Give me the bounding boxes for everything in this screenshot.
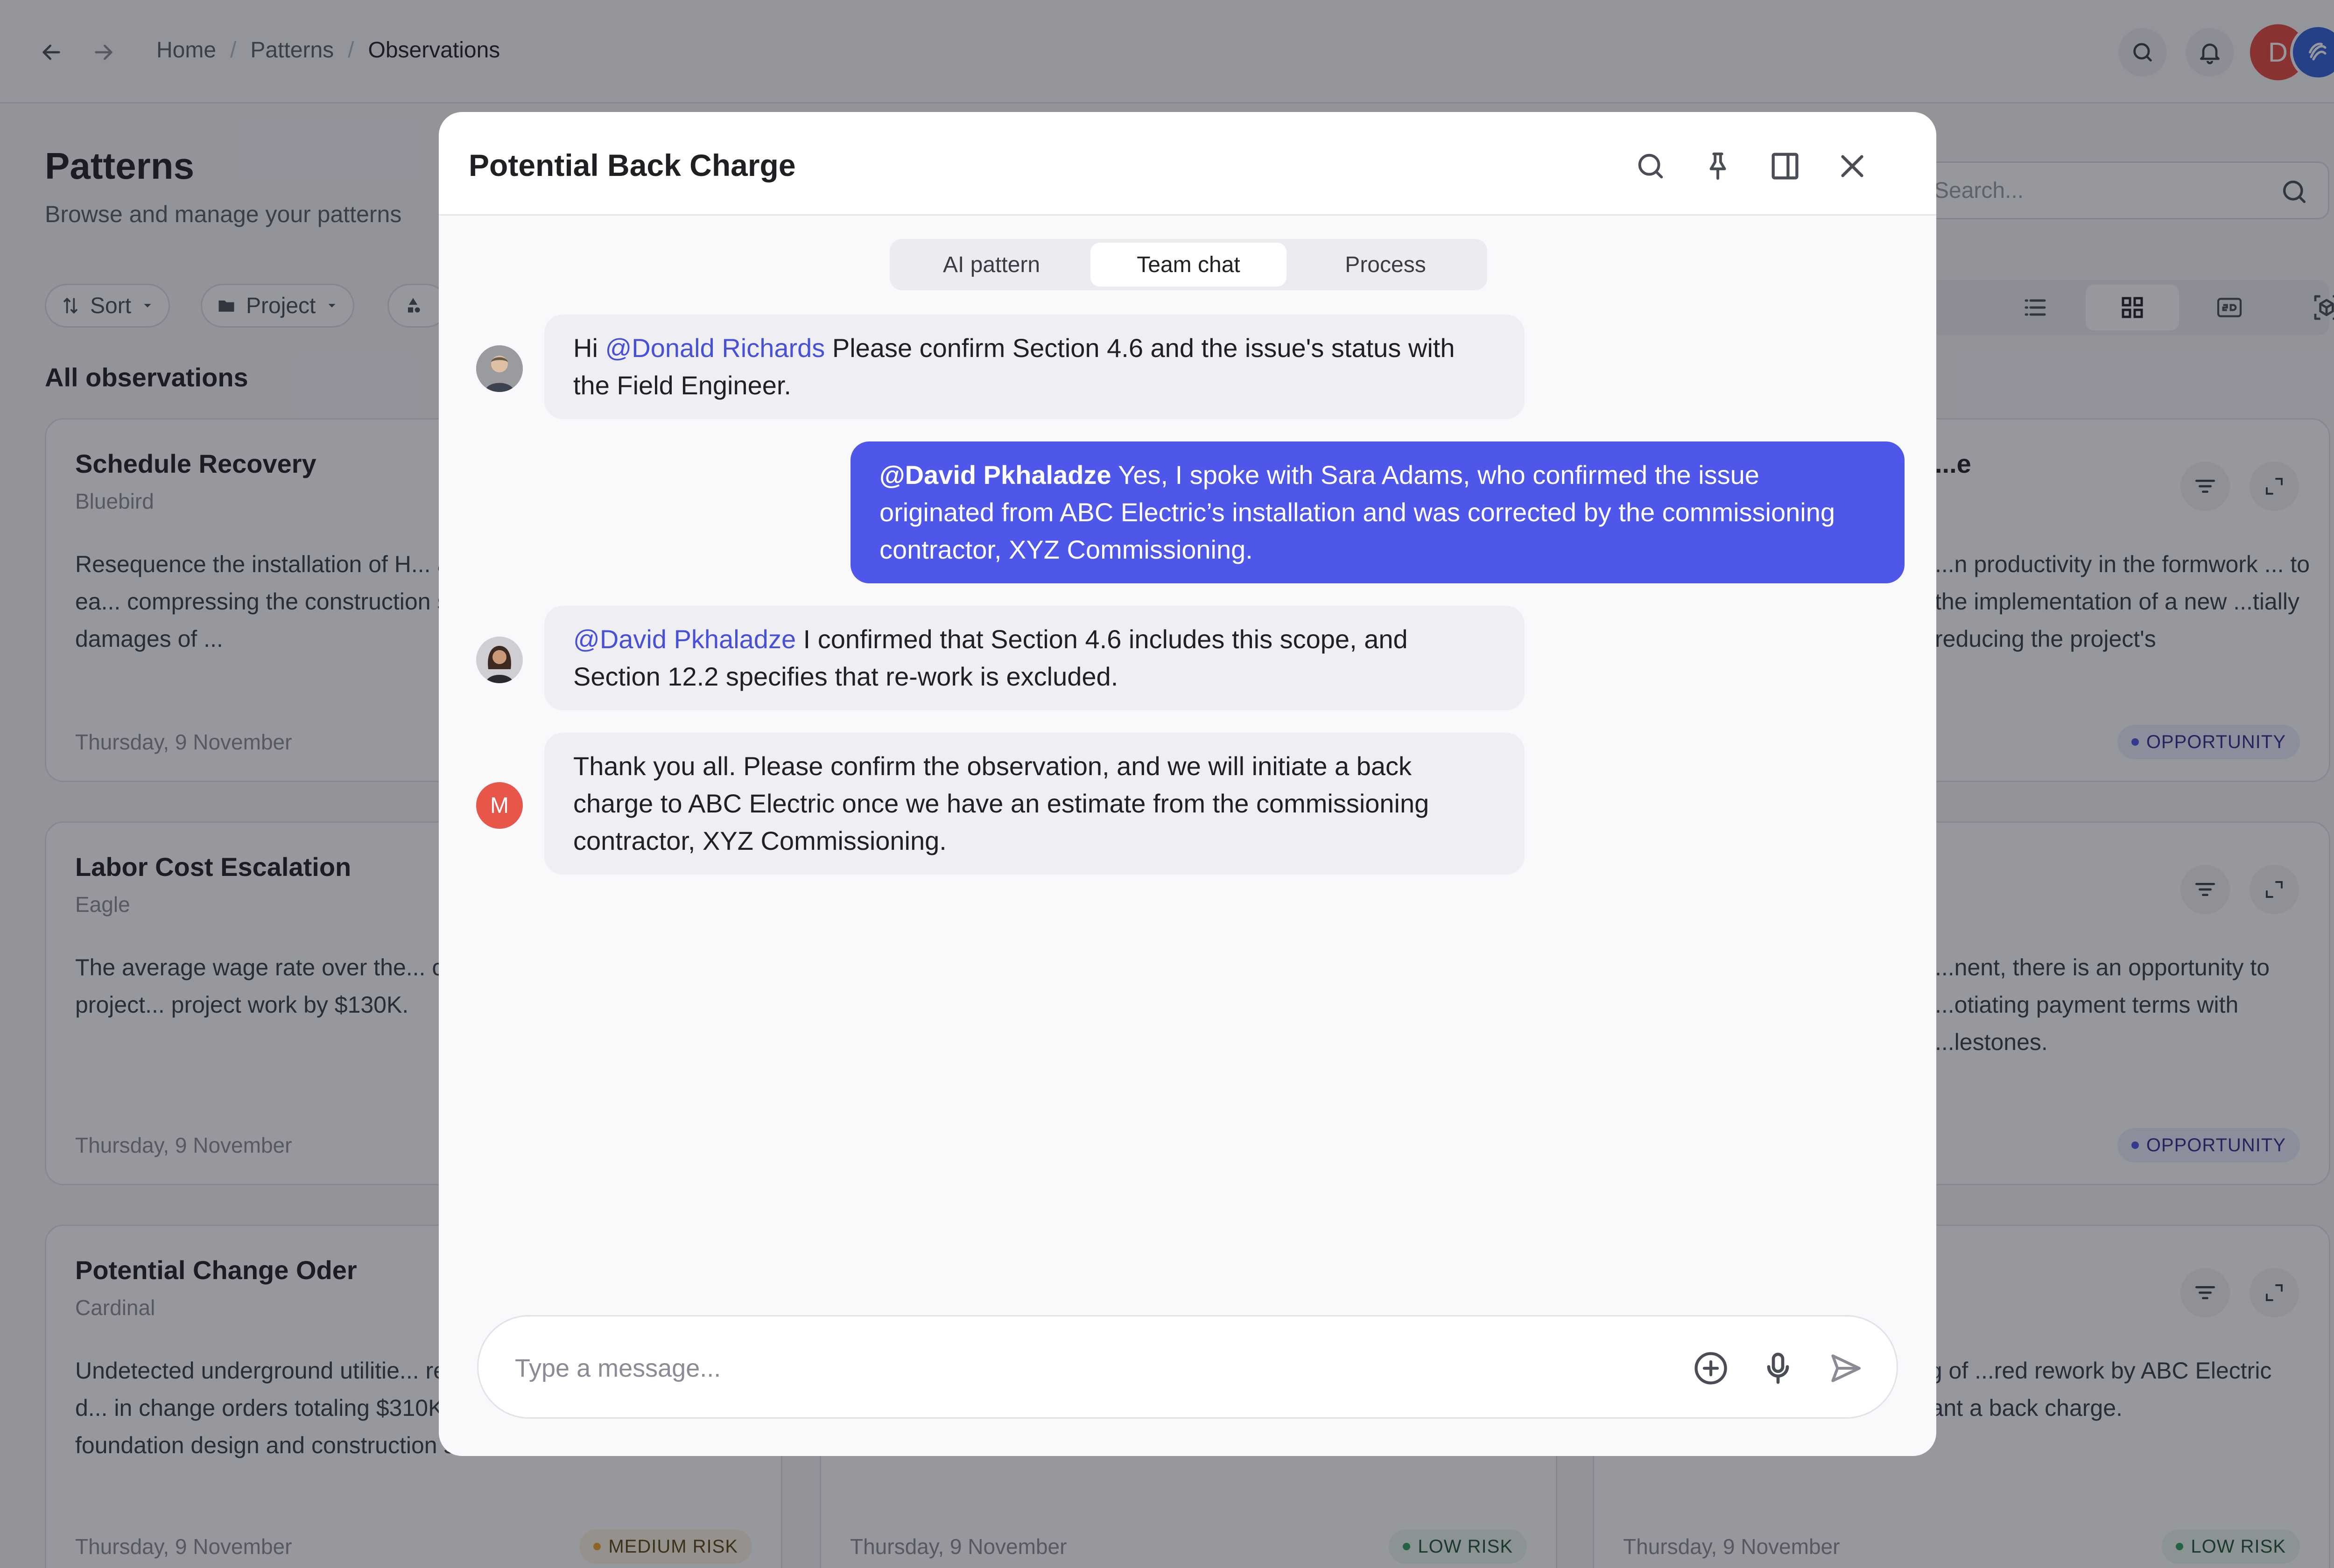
avatar: M [476,782,523,829]
send-icon[interactable] [1822,1345,1869,1392]
mention-link[interactable]: @David Pkhaladze [573,624,796,654]
modal-tabs: AI pattern Team chat Process [890,239,1487,290]
mention-link[interactable]: @Donald Richards [605,333,825,363]
tab-process[interactable]: Process [1287,243,1483,287]
message-text: Hi [573,333,605,363]
message-composer [477,1315,1898,1419]
add-attachment-icon[interactable] [1687,1345,1734,1392]
search-icon[interactable] [1627,143,1674,189]
chat-message: @David Pkhaladze I confirmed that Sectio… [544,606,1525,710]
message-input[interactable] [515,1343,1635,1394]
chat-message-own: @David Pkhaladze Yes, I spoke with Sara … [851,441,1905,583]
microphone-icon[interactable] [1755,1345,1801,1392]
close-icon[interactable] [1829,143,1876,189]
modal-header: Potential Back Charge [439,112,1936,216]
modal-title: Potential Back Charge [469,148,796,182]
pin-icon[interactable] [1694,143,1741,189]
chat-modal: Potential Back Charge AI pattern Team ch… [439,112,1936,1456]
side-panel-icon[interactable] [1762,143,1808,189]
chat-message: Thank you all. Please confirm the observ… [544,733,1525,875]
tab-ai-pattern[interactable]: AI pattern [893,243,1090,287]
tab-team-chat[interactable]: Team chat [1090,243,1287,287]
avatar [476,637,523,683]
mention-link[interactable]: @David Pkhaladze [879,460,1111,490]
message-text: Thank you all. Please confirm the observ… [573,751,1429,855]
avatar [476,345,523,392]
chat-message: Hi @Donald Richards Please confirm Secti… [544,315,1525,419]
